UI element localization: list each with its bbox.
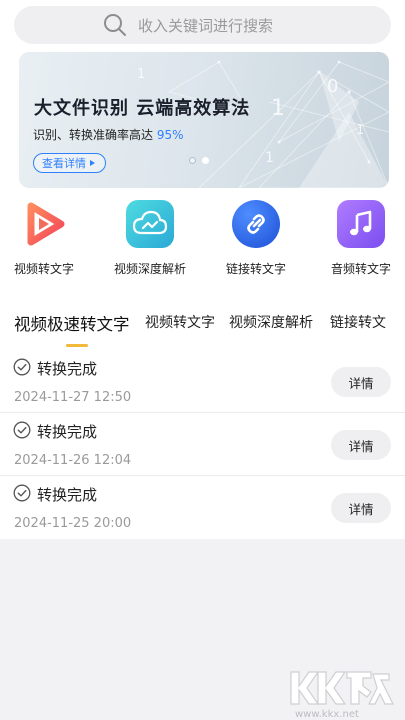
details-button[interactable]: 详情: [331, 367, 391, 397]
feature-link-to-text[interactable]: 链接转文字: [208, 198, 304, 277]
video-play-icon: [20, 200, 68, 248]
banner-deco-number: 1: [356, 123, 364, 138]
search-bar[interactable]: 收入关键词进行搜索: [14, 6, 391, 44]
banner-deco-number: 1: [271, 96, 285, 121]
feature-video-to-text[interactable]: 视频转文字: [0, 198, 92, 277]
feature-label: 视频深度解析: [113, 262, 186, 276]
feature-grid: 视频转文字 视频深度解析 链接转文字 音频转文字: [0, 198, 405, 288]
banner-page-indicator: [189, 157, 209, 164]
music-note-icon: [337, 200, 385, 248]
banner-deco-number: 0: [327, 76, 338, 97]
feature-video-deep-analysis[interactable]: 视频深度解析: [102, 198, 198, 277]
promo-banner[interactable]: 1 0 1 1 1 大文件识别 云端高效算法 识别、转换准确率高达 95% 查看…: [19, 52, 389, 188]
page-dot-active[interactable]: [202, 157, 209, 164]
banner-deco-number: 1: [137, 67, 145, 82]
record-time: 2024-11-25 20:00: [14, 516, 132, 531]
tab-link-to-text[interactable]: 链接转文: [330, 312, 386, 332]
record-status: 转换完成: [37, 423, 98, 441]
record-status: 转换完成: [37, 486, 98, 504]
tab-indicator: [66, 344, 88, 347]
details-button[interactable]: 详情: [331, 493, 391, 523]
cloud-icon: [126, 200, 174, 248]
search-placeholder: 收入关键词进行搜索: [137, 16, 273, 35]
view-details-label: 查看详情: [42, 157, 86, 170]
tab-fast-video-to-text[interactable]: 视频极速转文字: [14, 311, 130, 335]
search-icon: [103, 14, 126, 36]
category-tabs: 视频极速转文字 视频转文字 视频深度解析 链接转文: [0, 300, 405, 350]
tab-video-to-text[interactable]: 视频转文字: [145, 312, 215, 332]
list-item: 转换完成 2024-11-26 12:04 详情: [0, 413, 405, 476]
play-arrow-icon: [90, 160, 95, 166]
watermark-url: www.kkx.net: [295, 709, 359, 720]
kkx-watermark-logo: www.kkx.net: [290, 671, 394, 720]
list-item: 转换完成 2024-11-25 20:00 详情: [0, 476, 405, 539]
banner-subtitle: 识别、转换准确率高达 95%: [33, 126, 184, 143]
top-section: 收入关键词进行搜索 1 0 1 1 1 大文件识别 云端高效算法 识别、转换准确…: [0, 0, 405, 300]
banner-percent: 95%: [156, 128, 184, 142]
link-icon: [232, 200, 280, 248]
check-circle-icon: [13, 421, 31, 439]
check-circle-icon: [13, 358, 31, 376]
feature-label: 链接转文字: [225, 262, 286, 276]
record-time: 2024-11-27 12:50: [14, 390, 132, 405]
conversion-record-list: 转换完成 2024-11-27 12:50 详情 转换完成 2024-11-26…: [0, 350, 405, 539]
tab-video-deep-analysis[interactable]: 视频深度解析: [229, 312, 313, 332]
view-details-button[interactable]: 查看详情: [33, 153, 106, 173]
banner-subtitle-text: 识别、转换准确率高达: [33, 128, 154, 142]
page-dot[interactable]: [189, 157, 196, 164]
details-button[interactable]: 详情: [331, 430, 391, 460]
feature-audio-to-text[interactable]: 音频转文字: [313, 198, 405, 277]
banner-title: 大文件识别 云端高效算法: [34, 98, 251, 119]
feature-label: 音频转文字: [330, 262, 391, 276]
list-item: 转换完成 2024-11-27 12:50 详情: [0, 350, 405, 413]
check-circle-icon: [13, 484, 31, 502]
record-time: 2024-11-26 12:04: [14, 453, 132, 468]
record-status: 转换完成: [37, 360, 98, 378]
banner-deco-number: 1: [265, 150, 274, 166]
feature-label: 视频转文字: [13, 262, 74, 276]
